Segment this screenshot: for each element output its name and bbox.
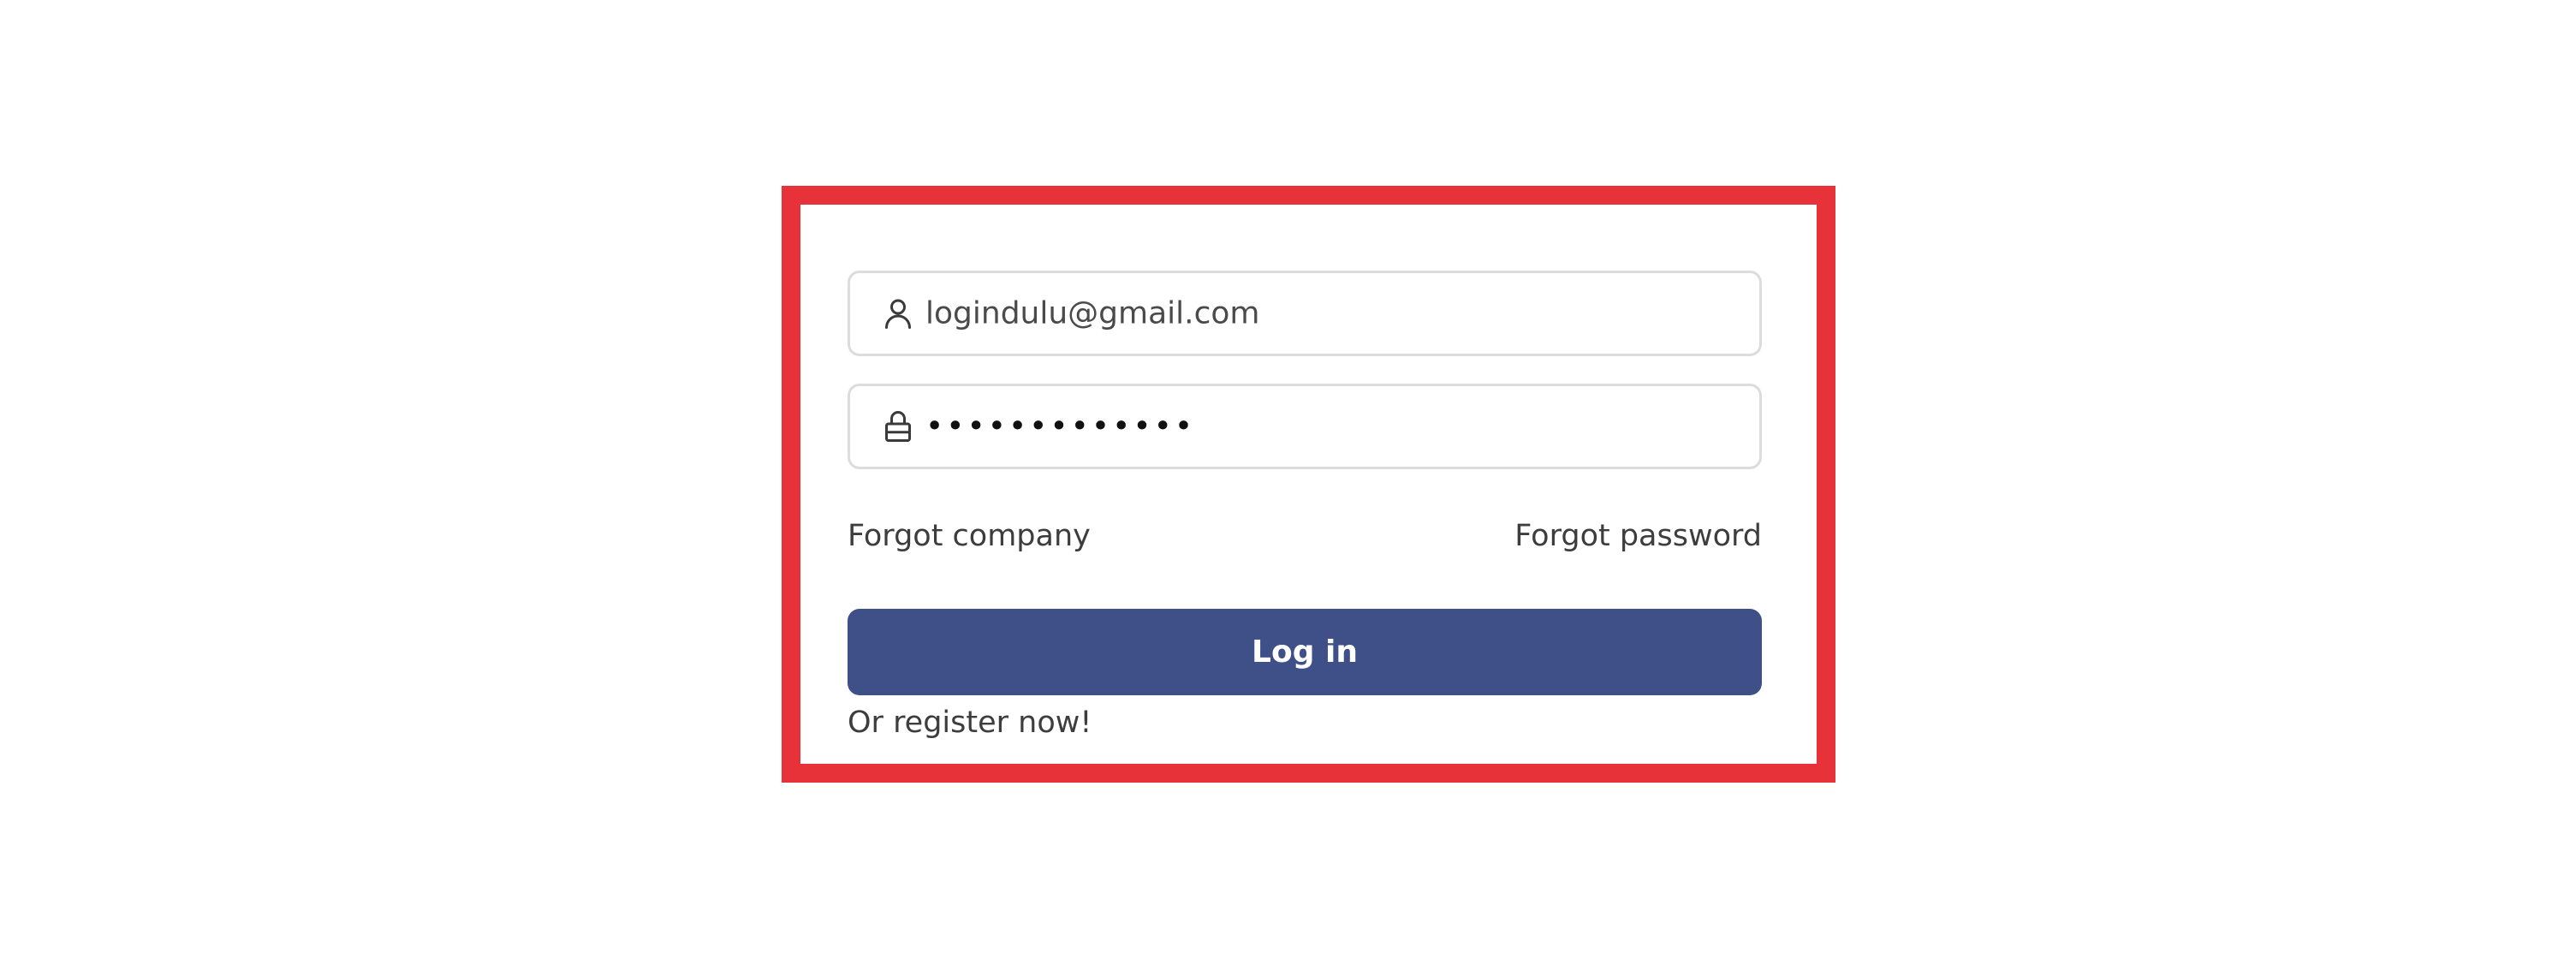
forgot-password-link[interactable]: Forgot password [1514, 519, 1762, 553]
forgot-company-link[interactable]: Forgot company [848, 519, 1091, 553]
login-button[interactable]: Log in [848, 609, 1762, 695]
register-link[interactable]: Or register now! [848, 706, 1092, 740]
email-value: logindulu@gmail.com [925, 295, 1260, 331]
lock-icon [883, 409, 913, 444]
password-value: ••••••••••••• [925, 408, 1196, 444]
password-field[interactable]: ••••••••••••• [848, 384, 1762, 469]
email-field[interactable]: logindulu@gmail.com [848, 271, 1762, 356]
user-icon [883, 296, 913, 331]
login-form: logindulu@gmail.com ••••••••••••• Forgot… [848, 271, 1762, 750]
links-row: Forgot company Forgot password [848, 519, 1762, 560]
